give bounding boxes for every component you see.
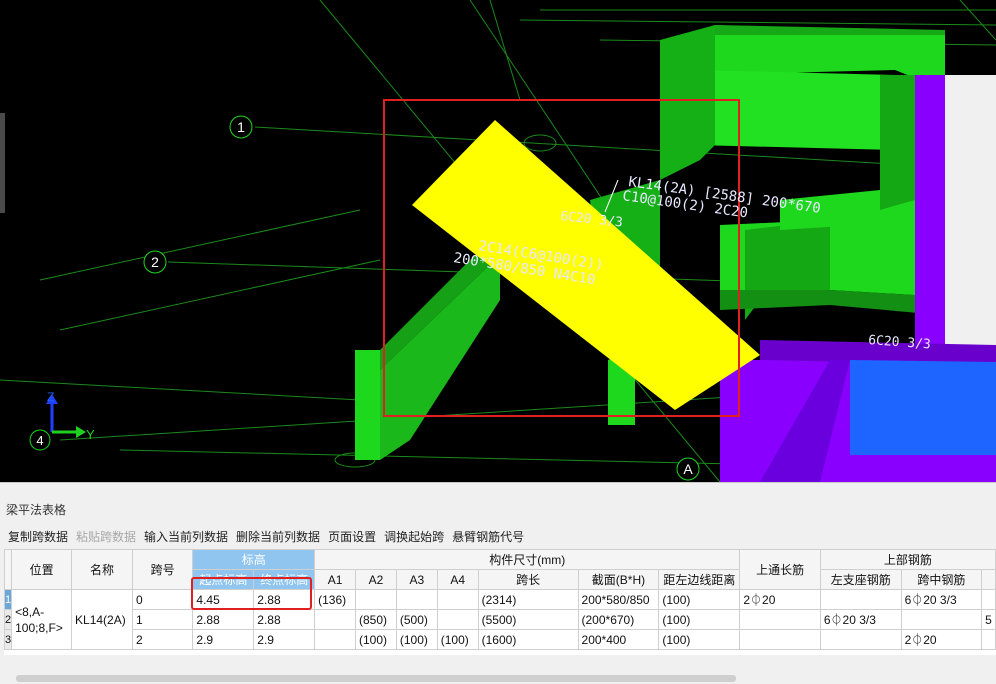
- cell-span[interactable]: 1: [131, 609, 194, 630]
- input-column-data-button[interactable]: 输入当前列数据: [144, 528, 228, 545]
- cell-a4[interactable]: (100): [436, 629, 479, 650]
- cell-a3[interactable]: (500): [395, 609, 438, 630]
- cantilever-rebar-code-button[interactable]: 悬臂钢筋代号: [452, 528, 524, 545]
- cell-start-elevation[interactable]: 4.45: [192, 589, 255, 610]
- cell-dist-left[interactable]: (100): [658, 609, 741, 630]
- col-a4: A4: [436, 569, 479, 590]
- cell-a1[interactable]: (136): [314, 589, 357, 610]
- col-span: 跨号: [131, 549, 194, 590]
- cell-span-length[interactable]: (2314): [477, 589, 579, 610]
- cell-extra[interactable]: 5: [981, 609, 996, 630]
- svg-text:A: A: [683, 461, 693, 477]
- delete-column-data-button[interactable]: 删除当前列数据: [236, 528, 320, 545]
- cell-left-support[interactable]: [819, 589, 902, 610]
- table-toolbar: 复制跨数据 粘贴跨数据 输入当前列数据 删除当前列数据 页面设置 调换起始跨 悬…: [0, 525, 524, 547]
- copy-span-data-button[interactable]: 复制跨数据: [8, 528, 68, 545]
- cell-dist-left[interactable]: (100): [658, 589, 741, 610]
- col-start-elevation: 起点标高: [192, 569, 255, 590]
- cell-mid-span[interactable]: 6⏀20 3/3: [900, 589, 983, 610]
- cell-a3[interactable]: [395, 589, 438, 610]
- cell-extra[interactable]: [981, 629, 996, 650]
- blue-beam: [850, 360, 996, 455]
- col-extra: [981, 569, 996, 590]
- cell-end-elevation[interactable]: 2.88: [253, 589, 316, 610]
- axis-bubble-A[interactable]: A: [676, 457, 700, 481]
- col-end-elevation: 终点标高: [253, 569, 316, 590]
- svg-text:4: 4: [36, 433, 43, 448]
- cell-end-elevation[interactable]: 2.9: [253, 629, 316, 650]
- col-mid-span: 跨中钢筋: [900, 569, 983, 590]
- cell-span-length[interactable]: (5500): [477, 609, 579, 630]
- row-number[interactable]: 3: [4, 629, 13, 650]
- axis-bubble-1[interactable]: 1: [229, 115, 253, 139]
- col-name: 名称: [71, 549, 133, 590]
- cell-left-support[interactable]: [819, 629, 902, 650]
- cell-section[interactable]: 200*400: [577, 629, 660, 650]
- col-a1: A1: [314, 569, 357, 590]
- cell-left-support[interactable]: 6⏀20 3/3: [819, 609, 902, 630]
- table-row[interactable]: 1 <8,A-100;8,F> KL14(2A) 0 4.45 2.88 (13…: [4, 589, 996, 650]
- col-a3: A3: [395, 569, 438, 590]
- cell-top-through[interactable]: 2⏀20: [739, 589, 821, 610]
- cell-position[interactable]: <8,A-100;8,F>: [11, 589, 73, 650]
- beam-table-panel: 梁平法表格 复制跨数据 粘贴跨数据 输入当前列数据 删除当前列数据 页面设置 调…: [0, 482, 996, 684]
- beam-grid[interactable]: 位置 名称 跨号 标高 构件尺寸(mm) 上通长筋 上部钢筋 起点标高 终点标高…: [4, 549, 996, 655]
- col-dimensions-group: 构件尺寸(mm): [314, 549, 741, 570]
- cell-section[interactable]: (200*670): [577, 609, 660, 630]
- col-top-through: 上通长筋: [739, 549, 821, 590]
- col-dist-left: 距左边线距离: [658, 569, 741, 590]
- svg-text:2: 2: [151, 254, 159, 270]
- cell-a1[interactable]: [314, 609, 357, 630]
- cell-a2[interactable]: (850): [355, 609, 397, 630]
- cell-start-elevation[interactable]: 2.88: [192, 609, 255, 630]
- col-top-rebar-group: 上部钢筋: [819, 549, 996, 570]
- col-left-support: 左支座钢筋: [819, 569, 902, 590]
- cell-a4[interactable]: [436, 609, 479, 630]
- cell-span-length[interactable]: (1600): [477, 629, 579, 650]
- row-number[interactable]: 2: [4, 609, 13, 630]
- cell-a4[interactable]: [436, 589, 479, 610]
- cell-span[interactable]: 2: [131, 629, 194, 650]
- cell-dist-left[interactable]: (100): [658, 629, 741, 650]
- coordinate-triad: 4 Z Y: [29, 390, 95, 451]
- col-a2: A2: [355, 569, 397, 590]
- page-setup-button[interactable]: 页面设置: [328, 528, 376, 545]
- cell-end-elevation[interactable]: 2.88: [253, 609, 316, 630]
- col-elevation-group: 标高: [192, 549, 316, 570]
- cell-mid-span[interactable]: [900, 609, 983, 630]
- col-section: 截面(B*H): [577, 569, 660, 590]
- cell-top-through[interactable]: [739, 629, 821, 650]
- cell-name[interactable]: KL14(2A): [71, 589, 133, 650]
- cell-section[interactable]: 200*580/850: [577, 589, 660, 610]
- row-number[interactable]: 1: [4, 589, 13, 610]
- col-span-length: 跨长: [477, 569, 579, 590]
- cell-start-elevation[interactable]: 2.9: [192, 629, 255, 650]
- cad-scene: KL14(2A) [2588] 200*670 C10@100(2) 2C20 …: [0, 0, 996, 482]
- swap-start-span-button[interactable]: 调换起始跨: [384, 528, 444, 545]
- table-row[interactable]: 3 2 2.9 2.9 (100) (100) (100) (1600) 200…: [4, 629, 996, 650]
- axis-bubble-2[interactable]: 2: [143, 250, 167, 274]
- 3d-viewport[interactable]: KL14(2A) [2588] 200*670 C10@100(2) 2C20 …: [0, 0, 996, 482]
- cell-a2[interactable]: (100): [355, 629, 397, 650]
- left-panel-handle[interactable]: [0, 113, 5, 213]
- horizontal-scrollbar[interactable]: [16, 675, 736, 682]
- cell-a1[interactable]: [314, 629, 357, 650]
- svg-text:Y: Y: [86, 427, 95, 442]
- cell-a2[interactable]: [355, 589, 397, 610]
- cell-a3[interactable]: (100): [395, 629, 438, 650]
- table-row[interactable]: 2 1 2.88 2.88 (850) (500) (5500) (200*67…: [4, 609, 996, 630]
- cell-mid-span[interactable]: 2⏀20: [900, 629, 983, 650]
- cell-span[interactable]: 0: [131, 589, 194, 610]
- col-position: 位置: [11, 549, 73, 590]
- svg-text:1: 1: [237, 119, 245, 135]
- paste-span-data-button[interactable]: 粘贴跨数据: [76, 528, 136, 545]
- svg-text:Z: Z: [47, 390, 54, 404]
- panel-title: 梁平法表格: [6, 503, 67, 517]
- cell-extra[interactable]: [981, 589, 996, 610]
- cell-top-through[interactable]: [739, 609, 821, 630]
- row-header-corner: [4, 549, 13, 590]
